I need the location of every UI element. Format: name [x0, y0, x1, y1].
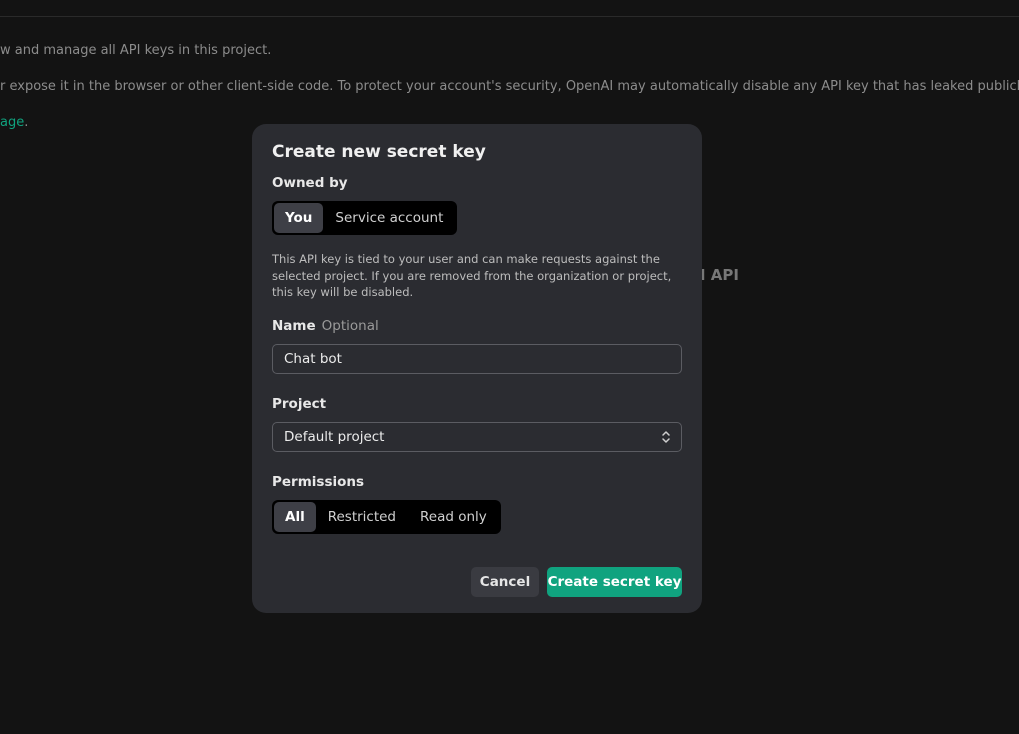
usage-link-line: age.: [0, 115, 28, 130]
chevron-up-down-icon: [662, 431, 670, 443]
name-optional-hint: Optional: [321, 318, 379, 334]
security-warning: r expose it in the browser or other clie…: [0, 79, 1019, 94]
owned-by-toggle: You Service account: [272, 201, 458, 235]
background-heading: I API: [700, 266, 739, 284]
permissions-restricted-option[interactable]: Restricted: [316, 502, 408, 532]
dialog-title: Create new secret key: [272, 142, 486, 162]
project-label: Project: [272, 396, 327, 412]
header-divider: [0, 16, 1019, 17]
permissions-read-only-option[interactable]: Read only: [408, 502, 499, 532]
api-keys-page: w and manage all API keys in this projec…: [0, 0, 1019, 734]
usage-link-tail: .: [24, 115, 29, 130]
owned-by-label: Owned by: [272, 175, 348, 191]
name-input[interactable]: Chat bot: [272, 344, 682, 374]
page-description: w and manage all API keys in this projec…: [0, 43, 272, 58]
create-secret-key-dialog: Create new secret key Owned by You Servi…: [252, 124, 702, 613]
owner-help-text: This API key is tied to your user and ca…: [272, 252, 672, 299]
owned-by-service-account-option[interactable]: Service account: [323, 203, 455, 233]
usage-link[interactable]: age: [0, 115, 24, 130]
permissions-toggle: All Restricted Read only: [272, 500, 501, 534]
permissions-all-option[interactable]: All: [274, 502, 316, 532]
name-input-value: Chat bot: [284, 351, 342, 367]
permissions-label: Permissions: [272, 474, 365, 490]
owned-by-you-option[interactable]: You: [274, 203, 324, 233]
name-label-text: Name: [272, 318, 316, 334]
project-select[interactable]: Default project: [272, 422, 682, 452]
cancel-button[interactable]: Cancel: [471, 567, 539, 597]
project-select-value: Default project: [284, 429, 385, 445]
name-label: Name Optional: [272, 318, 379, 334]
create-secret-key-button[interactable]: Create secret key: [547, 567, 682, 597]
